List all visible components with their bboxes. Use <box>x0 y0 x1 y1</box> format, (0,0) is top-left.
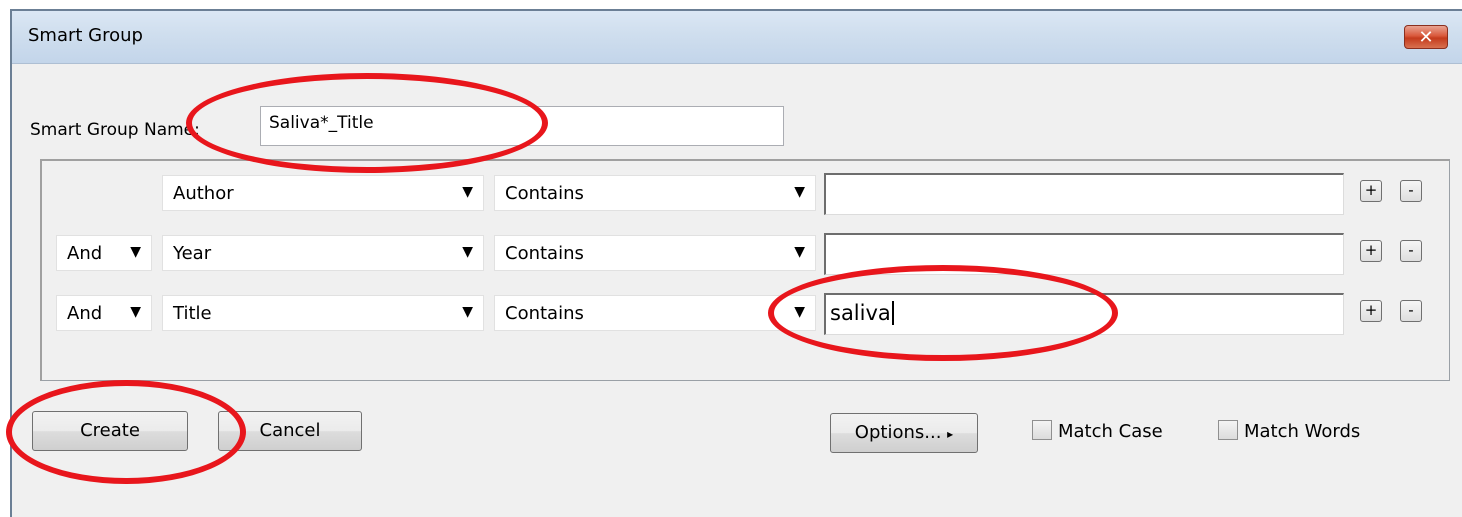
chevron-down-icon: ▼ <box>462 184 473 200</box>
dialog-title: Smart Group <box>28 25 143 46</box>
match-case-label: Match Case <box>1058 421 1163 442</box>
operator-select-value: Contains <box>505 303 584 324</box>
criteria-panel: Author ▼ Contains ▼ + - And ▼ Year ▼ Con… <box>40 159 1450 381</box>
value-input-row-3[interactable]: saliva​ <box>824 293 1344 335</box>
options-button[interactable]: Options... ▸ <box>830 413 978 453</box>
operator-select-row-2[interactable]: Contains ▼ <box>494 235 816 271</box>
match-words-label: Match Words <box>1244 421 1361 442</box>
field-select-value: Title <box>173 303 212 324</box>
options-label: Options... <box>854 422 942 443</box>
chevron-down-icon: ▼ <box>462 244 473 260</box>
remove-row-button[interactable]: - <box>1400 240 1422 262</box>
value-input-row-1[interactable] <box>824 173 1344 215</box>
close-button[interactable]: ✕ <box>1404 25 1448 49</box>
connector-select-value: And <box>67 243 103 264</box>
add-row-button[interactable]: + <box>1360 240 1382 262</box>
chevron-right-icon: ▸ <box>947 427 954 441</box>
operator-select-row-1[interactable]: Contains ▼ <box>494 175 816 211</box>
smart-group-name-label: Smart Group Name: <box>30 120 200 140</box>
connector-select-row-2[interactable]: And ▼ <box>56 235 152 271</box>
chevron-down-icon: ▼ <box>794 184 805 200</box>
operator-select-row-3[interactable]: Contains ▼ <box>494 295 816 331</box>
smart-group-dialog: Smart Group ✕ Smart Group Name: Saliva*_… <box>10 9 1462 517</box>
add-row-button[interactable]: + <box>1360 300 1382 322</box>
chevron-down-icon: ▼ <box>130 304 141 320</box>
chevron-down-icon: ▼ <box>794 244 805 260</box>
chevron-down-icon: ▼ <box>462 304 473 320</box>
create-button[interactable]: Create <box>32 411 188 451</box>
match-case-checkbox[interactable] <box>1032 420 1052 440</box>
operator-select-value: Contains <box>505 183 584 204</box>
field-select-row-1[interactable]: Author ▼ <box>162 175 484 211</box>
title-bar: Smart Group ✕ <box>12 11 1462 64</box>
smart-group-name-input[interactable]: Saliva*_Title <box>260 106 784 146</box>
field-select-value: Year <box>173 243 212 264</box>
add-row-button[interactable]: + <box>1360 180 1382 202</box>
field-select-row-2[interactable]: Year ▼ <box>162 235 484 271</box>
connector-select-row-3[interactable]: And ▼ <box>56 295 152 331</box>
value-input-text: saliva <box>830 301 891 325</box>
match-words-checkbox[interactable] <box>1218 420 1238 440</box>
connector-select-value: And <box>67 303 103 324</box>
cancel-button[interactable]: Cancel <box>218 411 362 451</box>
value-input-row-2[interactable] <box>824 233 1344 275</box>
field-select-value: Author <box>173 183 234 204</box>
remove-row-button[interactable]: - <box>1400 180 1422 202</box>
chevron-down-icon: ▼ <box>130 244 141 260</box>
chevron-down-icon: ▼ <box>794 304 805 320</box>
field-select-row-3[interactable]: Title ▼ <box>162 295 484 331</box>
remove-row-button[interactable]: - <box>1400 300 1422 322</box>
text-cursor: ​ <box>891 301 894 325</box>
operator-select-value: Contains <box>505 243 584 264</box>
